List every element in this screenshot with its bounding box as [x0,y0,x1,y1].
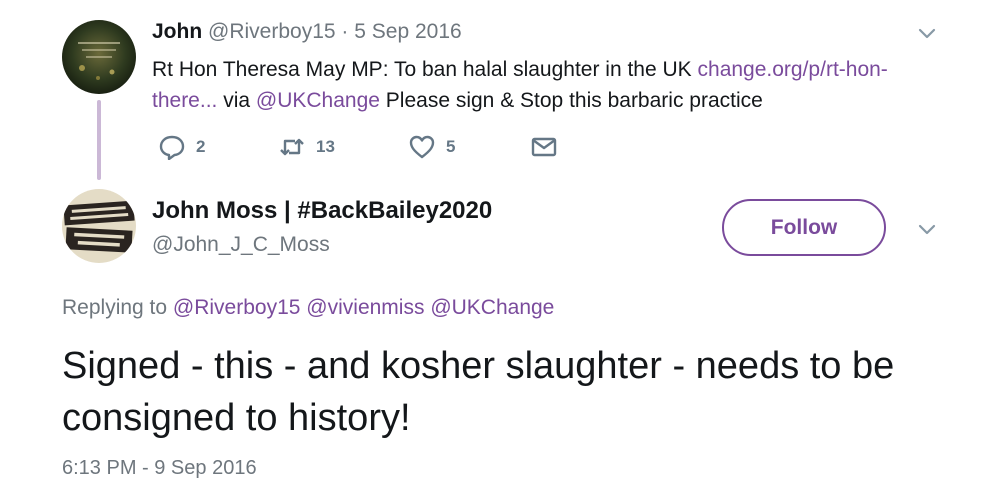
retweet-button[interactable]: 13 [278,133,335,161]
tweet1-text-before: Rt Hon Theresa May MP: To ban halal slau… [152,58,698,81]
tweet1-author-handle[interactable]: @Riverboy15 [208,20,336,43]
tweet1-date[interactable]: 5 Sep 2016 [354,20,461,43]
tweet1-text: Rt Hon Theresa May MP: To ban halal slau… [152,54,912,116]
tweet2-author-name[interactable]: John Moss | #BackBailey2020 [152,197,492,225]
reply-icon [159,135,185,160]
heart-icon [409,135,435,159]
tweet1-mention[interactable]: @UKChange [256,89,380,112]
replying-mention-riverboy15[interactable]: @Riverboy15 [173,296,301,319]
replying-to-line: Replying to @Riverboy15 @vivienmiss @UKC… [62,296,554,320]
thread-connector [97,100,101,180]
john-moss-avatar[interactable] [62,189,136,263]
tweet1-text-via: via [217,89,256,112]
tweet2-timestamp[interactable]: 6:13 PM - 9 Sep 2016 [62,457,257,480]
retweet-count: 13 [316,137,335,156]
replying-mention-ukchange[interactable]: @UKChange [430,296,554,319]
like-count: 5 [446,137,456,156]
forest-avatar-icon [62,20,136,94]
envelope-icon [531,137,557,157]
john-avatar[interactable] [62,20,136,94]
replying-prefix: Replying to [62,296,173,319]
tweet1-separator: · [341,20,349,43]
tweet2-text: Signed - this - and kosher slaughter - n… [62,345,895,439]
reply-count: 2 [196,137,206,156]
tweet1-text-after: Please sign & Stop this barbaric practic… [379,89,763,112]
reply-button[interactable]: 2 [158,133,205,161]
follow-button[interactable]: Follow [722,199,886,256]
retweet-icon [280,138,304,156]
tweet2-author-handle[interactable]: @John_J_C_Moss [152,233,330,257]
like-button[interactable]: 5 [408,133,455,161]
labour-income-taxes-avatar-icon [62,189,136,263]
tweet1-author-name[interactable]: John [152,20,202,43]
tweet1-header: John @Riverboy15 · 5 Sep 2016 [152,20,462,44]
tweet2-more-chevron-down-icon[interactable] [916,218,938,240]
replying-mention-vivienmiss[interactable]: @vivienmiss [306,296,424,319]
tweet1-more-chevron-down-icon[interactable] [916,22,938,44]
direct-message-button[interactable] [530,133,558,161]
